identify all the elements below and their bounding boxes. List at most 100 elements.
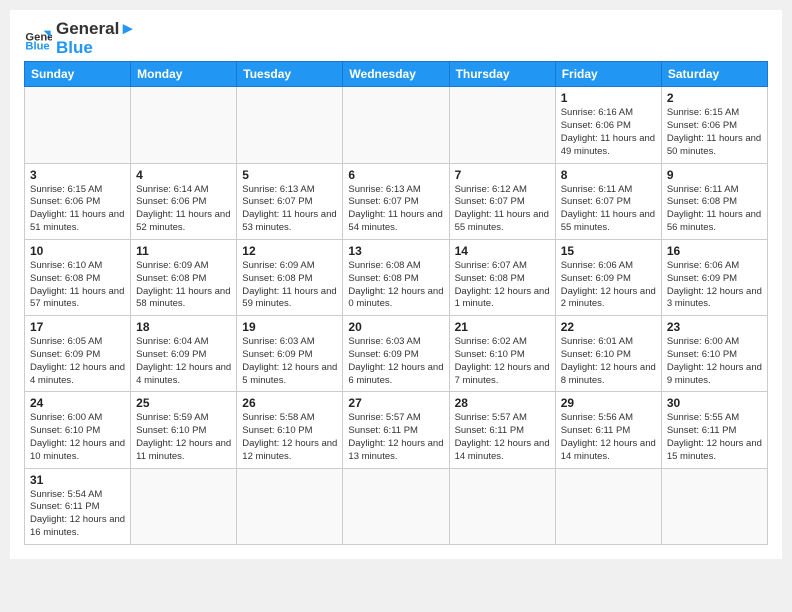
day-info: Sunrise: 6:12 AM Sunset: 6:07 PM Dayligh…: [455, 184, 550, 235]
day-number: 12: [242, 244, 337, 258]
day-number: 3: [30, 168, 125, 182]
calendar-table: SundayMondayTuesdayWednesdayThursdayFrid…: [24, 61, 768, 545]
day-info: Sunrise: 5:58 AM Sunset: 6:10 PM Dayligh…: [242, 412, 337, 463]
header-saturday: Saturday: [661, 62, 767, 87]
day-number: 21: [455, 320, 550, 334]
day-info: Sunrise: 5:57 AM Sunset: 6:11 PM Dayligh…: [455, 412, 550, 463]
day-info: Sunrise: 6:16 AM Sunset: 6:06 PM Dayligh…: [561, 107, 656, 158]
calendar-cell: 23 Sunrise: 6:00 AM Sunset: 6:10 PM Dayli…: [661, 316, 767, 392]
calendar-cell: 6 Sunrise: 6:13 AM Sunset: 6:07 PM Daylig…: [343, 163, 449, 239]
day-info: Sunrise: 6:10 AM Sunset: 6:08 PM Dayligh…: [30, 260, 125, 311]
calendar-cell: 2 Sunrise: 6:15 AM Sunset: 6:06 PM Daylig…: [661, 87, 767, 163]
logo: General Blue General► Blue: [24, 20, 136, 57]
day-number: 31: [30, 473, 125, 487]
calendar-cell: [237, 87, 343, 163]
calendar-cell: 13Sunrise: 6:08 AM Sunset: 6:08 PM Dayli…: [343, 239, 449, 315]
calendar-cell: 27Sunrise: 5:57 AM Sunset: 6:11 PM Dayli…: [343, 392, 449, 468]
day-number: 18: [136, 320, 231, 334]
header-wednesday: Wednesday: [343, 62, 449, 87]
calendar-cell: 17Sunrise: 6:05 AM Sunset: 6:09 PM Dayli…: [25, 316, 131, 392]
logo-blue-text: Blue: [56, 39, 136, 58]
calendar-cell: 29Sunrise: 5:56 AM Sunset: 6:11 PM Dayli…: [555, 392, 661, 468]
day-number: 2: [667, 91, 762, 105]
logo-general-text: General►: [56, 20, 136, 39]
day-info: Sunrise: 6:11 AM Sunset: 6:08 PM Dayligh…: [667, 184, 762, 235]
calendar-page: General Blue General► Blue SundayMondayT…: [10, 10, 782, 559]
calendar-cell: 9 Sunrise: 6:11 AM Sunset: 6:08 PM Daylig…: [661, 163, 767, 239]
calendar-cell: [343, 468, 449, 544]
day-number: 4: [136, 168, 231, 182]
calendar-cell: 15Sunrise: 6:06 AM Sunset: 6:09 PM Dayli…: [555, 239, 661, 315]
day-info: Sunrise: 6:13 AM Sunset: 6:07 PM Dayligh…: [242, 184, 337, 235]
calendar-cell: 16 Sunrise: 6:06 AM Sunset: 6:09 PM Dayli…: [661, 239, 767, 315]
day-info: Sunrise: 6:01 AM Sunset: 6:10 PM Dayligh…: [561, 336, 656, 387]
day-number: 19: [242, 320, 337, 334]
day-number: 14: [455, 244, 550, 258]
calendar-cell: 7 Sunrise: 6:12 AM Sunset: 6:07 PM Daylig…: [449, 163, 555, 239]
calendar-cell: 14 Sunrise: 6:07 AM Sunset: 6:08 PM Dayli…: [449, 239, 555, 315]
day-info: Sunrise: 6:07 AM Sunset: 6:08 PM Dayligh…: [455, 260, 550, 311]
calendar-cell: 5Sunrise: 6:13 AM Sunset: 6:07 PM Daylig…: [237, 163, 343, 239]
calendar-cell: 10 Sunrise: 6:10 AM Sunset: 6:08 PM Dayli…: [25, 239, 131, 315]
calendar-cell: [661, 468, 767, 544]
day-number: 6: [348, 168, 443, 182]
day-number: 28: [455, 396, 550, 410]
calendar-cell: [25, 87, 131, 163]
day-number: 1: [561, 91, 656, 105]
calendar-cell: 20Sunrise: 6:03 AM Sunset: 6:09 PM Dayli…: [343, 316, 449, 392]
day-info: Sunrise: 5:55 AM Sunset: 6:11 PM Dayligh…: [667, 412, 762, 463]
day-info: Sunrise: 6:15 AM Sunset: 6:06 PM Dayligh…: [30, 184, 125, 235]
day-number: 29: [561, 396, 656, 410]
calendar-cell: 22 Sunrise: 6:01 AM Sunset: 6:10 PM Dayli…: [555, 316, 661, 392]
day-info: Sunrise: 6:04 AM Sunset: 6:09 PM Dayligh…: [136, 336, 231, 387]
header: General Blue General► Blue: [24, 20, 768, 57]
day-number: 25: [136, 396, 231, 410]
day-info: Sunrise: 6:08 AM Sunset: 6:08 PM Dayligh…: [348, 260, 443, 311]
day-info: Sunrise: 6:05 AM Sunset: 6:09 PM Dayligh…: [30, 336, 125, 387]
day-number: 16: [667, 244, 762, 258]
day-number: 9: [667, 168, 762, 182]
logo-icon: General Blue: [24, 25, 52, 53]
day-number: 8: [561, 168, 656, 182]
calendar-cell: 28 Sunrise: 5:57 AM Sunset: 6:11 PM Dayli…: [449, 392, 555, 468]
day-info: Sunrise: 6:00 AM Sunset: 6:10 PM Dayligh…: [667, 336, 762, 387]
header-thursday: Thursday: [449, 62, 555, 87]
day-number: 30: [667, 396, 762, 410]
week-row-1: 1 Sunrise: 6:16 AM Sunset: 6:06 PM Daylig…: [25, 87, 768, 163]
day-info: Sunrise: 6:13 AM Sunset: 6:07 PM Dayligh…: [348, 184, 443, 235]
week-row-5: 24 Sunrise: 6:00 AM Sunset: 6:10 PM Dayli…: [25, 392, 768, 468]
day-number: 27: [348, 396, 443, 410]
day-number: 10: [30, 244, 125, 258]
calendar-cell: 4 Sunrise: 6:14 AM Sunset: 6:06 PM Daylig…: [131, 163, 237, 239]
calendar-cell: [449, 87, 555, 163]
day-info: Sunrise: 6:11 AM Sunset: 6:07 PM Dayligh…: [561, 184, 656, 235]
day-info: Sunrise: 6:14 AM Sunset: 6:06 PM Dayligh…: [136, 184, 231, 235]
calendar-cell: 30 Sunrise: 5:55 AM Sunset: 6:11 PM Dayli…: [661, 392, 767, 468]
day-info: Sunrise: 5:54 AM Sunset: 6:11 PM Dayligh…: [30, 489, 125, 540]
calendar-cell: 25 Sunrise: 5:59 AM Sunset: 6:10 PM Dayli…: [131, 392, 237, 468]
day-number: 23: [667, 320, 762, 334]
header-tuesday: Tuesday: [237, 62, 343, 87]
calendar-cell: 11 Sunrise: 6:09 AM Sunset: 6:08 PM Dayli…: [131, 239, 237, 315]
week-row-6: 31 Sunrise: 5:54 AM Sunset: 6:11 PM Dayli…: [25, 468, 768, 544]
day-info: Sunrise: 5:59 AM Sunset: 6:10 PM Dayligh…: [136, 412, 231, 463]
calendar-cell: 26Sunrise: 5:58 AM Sunset: 6:10 PM Dayli…: [237, 392, 343, 468]
calendar-cell: 19Sunrise: 6:03 AM Sunset: 6:09 PM Dayli…: [237, 316, 343, 392]
day-info: Sunrise: 6:09 AM Sunset: 6:08 PM Dayligh…: [136, 260, 231, 311]
day-info: Sunrise: 6:15 AM Sunset: 6:06 PM Dayligh…: [667, 107, 762, 158]
day-info: Sunrise: 6:03 AM Sunset: 6:09 PM Dayligh…: [348, 336, 443, 387]
day-number: 7: [455, 168, 550, 182]
day-info: Sunrise: 6:00 AM Sunset: 6:10 PM Dayligh…: [30, 412, 125, 463]
header-friday: Friday: [555, 62, 661, 87]
calendar-cell: 21Sunrise: 6:02 AM Sunset: 6:10 PM Dayli…: [449, 316, 555, 392]
day-number: 24: [30, 396, 125, 410]
day-info: Sunrise: 6:06 AM Sunset: 6:09 PM Dayligh…: [667, 260, 762, 311]
calendar-cell: 8 Sunrise: 6:11 AM Sunset: 6:07 PM Daylig…: [555, 163, 661, 239]
header-sunday: Sunday: [25, 62, 131, 87]
weekday-header-row: SundayMondayTuesdayWednesdayThursdayFrid…: [25, 62, 768, 87]
calendar-cell: 12Sunrise: 6:09 AM Sunset: 6:08 PM Dayli…: [237, 239, 343, 315]
day-number: 22: [561, 320, 656, 334]
week-row-2: 3 Sunrise: 6:15 AM Sunset: 6:06 PM Daylig…: [25, 163, 768, 239]
week-row-4: 17Sunrise: 6:05 AM Sunset: 6:09 PM Dayli…: [25, 316, 768, 392]
day-number: 11: [136, 244, 231, 258]
